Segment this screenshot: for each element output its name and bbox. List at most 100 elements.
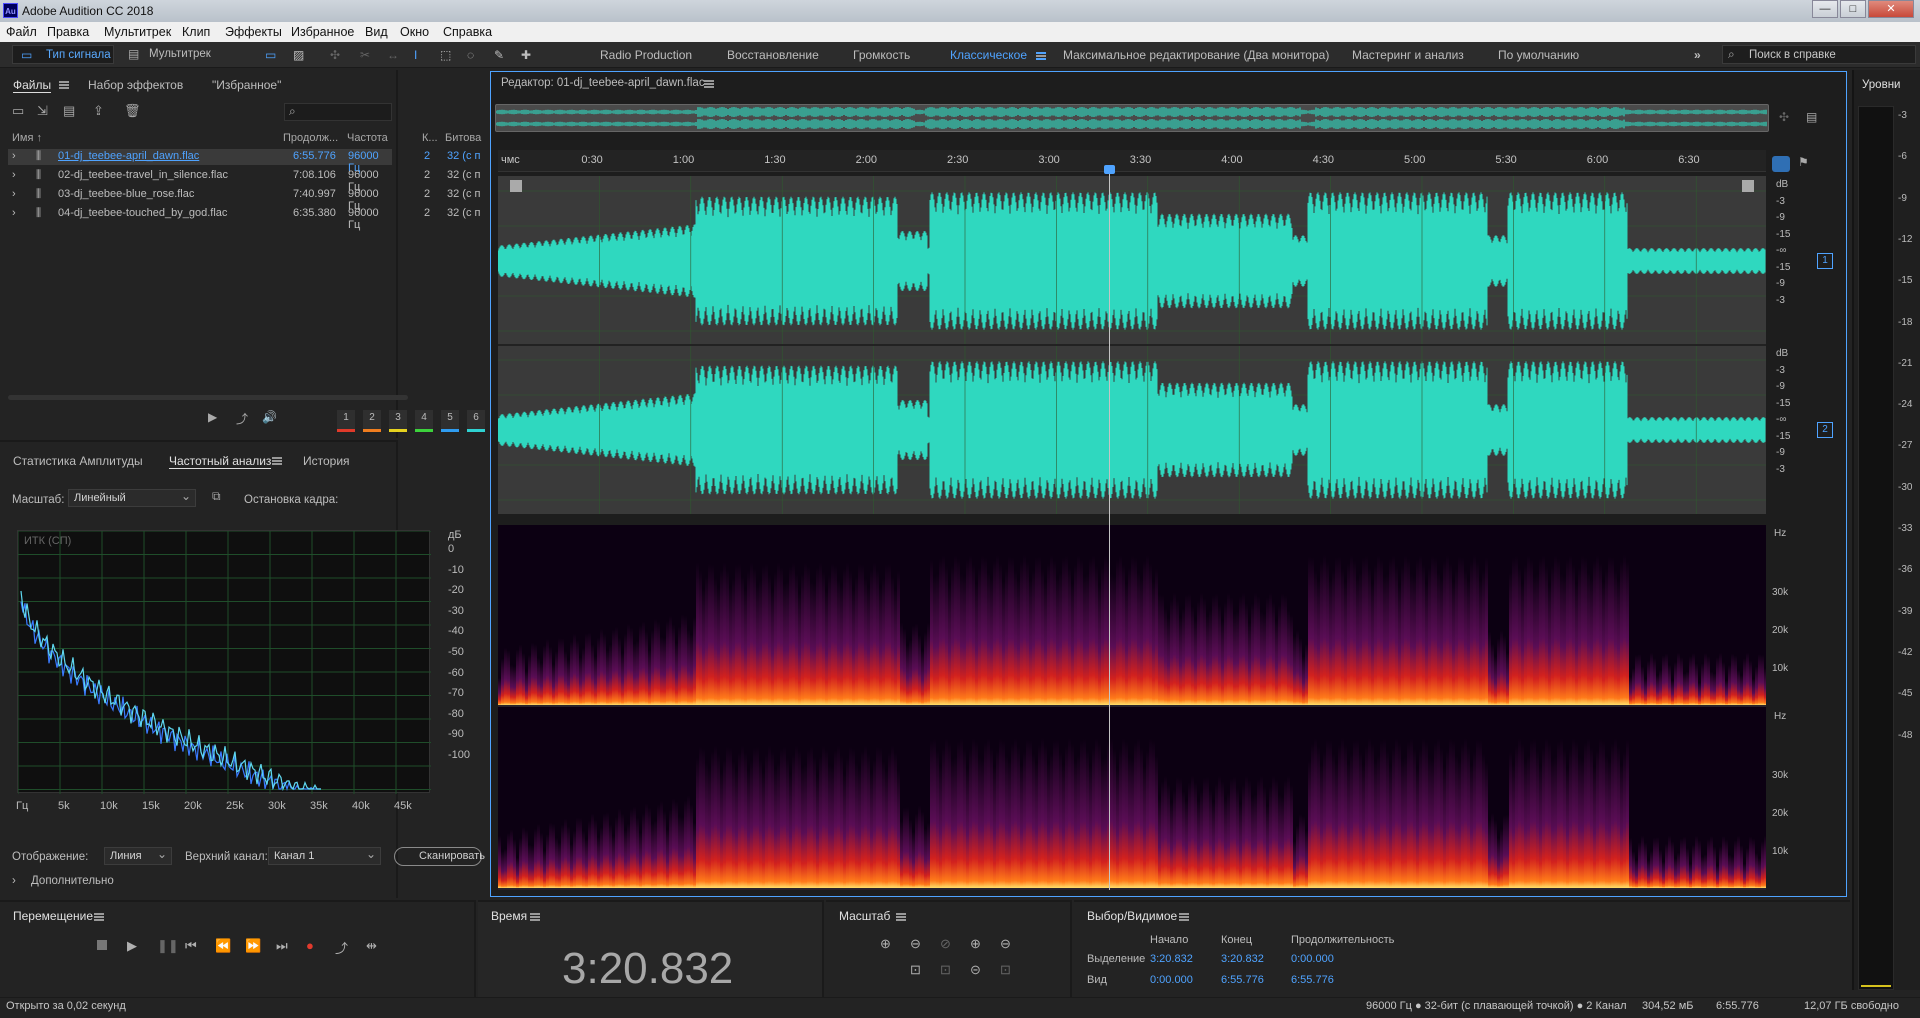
zoom-fit-icon[interactable]: ✣ xyxy=(1779,110,1789,124)
fade-out-handle-icon[interactable] xyxy=(1742,180,1754,192)
files-search-input[interactable]: ⌕ xyxy=(284,103,392,121)
loop-button[interactable]: ⤴ xyxy=(335,938,348,957)
preview-loop-icon[interactable]: ⤴ xyxy=(236,410,248,427)
selection-menu-icon[interactable] xyxy=(1173,909,1189,923)
menu-favorites[interactable]: Избранное xyxy=(291,25,354,39)
col-rate[interactable]: Частота xyxy=(347,132,388,144)
freeze-slot-3[interactable]: 3 xyxy=(389,410,407,432)
spectral-display[interactable] xyxy=(498,525,1767,890)
workspace-max-editing[interactable]: Максимальное редактирование (Два монитор… xyxy=(1063,48,1329,62)
col-bits[interactable]: Битова xyxy=(445,132,481,144)
zoom-out-time-icon[interactable]: ⊖ xyxy=(1000,936,1011,952)
view-start-field[interactable]: 0:00.000 xyxy=(1150,974,1193,986)
insert-file-icon[interactable]: ⇪ xyxy=(93,103,104,119)
menu-effects[interactable]: Эффекты xyxy=(225,25,282,39)
display-dropdown[interactable]: Линия xyxy=(104,846,172,865)
workspace-restoration[interactable]: Восстановление xyxy=(727,48,819,62)
view-duration-field[interactable]: 6:55.776 xyxy=(1291,974,1334,986)
tab-amplitude-stats[interactable]: Статистика Амплитуды xyxy=(13,454,143,468)
rewind-button[interactable]: ⏪ xyxy=(215,938,231,954)
workspace-classic[interactable]: Классическое xyxy=(950,48,1027,62)
marker-icon[interactable]: ⚑ xyxy=(1798,155,1809,169)
spot-healing-tool-icon[interactable]: ✚ xyxy=(521,48,531,62)
files-scrollbar[interactable] xyxy=(8,395,408,400)
tab-frequency-analysis[interactable]: Частотный анализ xyxy=(169,454,272,469)
expand-icon[interactable]: › xyxy=(12,150,16,162)
col-channels[interactable]: К... xyxy=(422,132,438,144)
tab-history[interactable]: История xyxy=(303,454,350,468)
play-button[interactable]: ▶ xyxy=(127,938,137,954)
to-start-button[interactable]: ⏮ xyxy=(185,938,197,954)
time-menu-icon[interactable] xyxy=(524,909,540,923)
col-name[interactable]: Имя ↑ xyxy=(12,132,42,144)
show-spectral-icon[interactable]: ▨ xyxy=(293,48,304,62)
pause-button[interactable]: ❚❚ xyxy=(157,938,179,954)
freeze-slot-5[interactable]: 5 xyxy=(441,410,459,432)
expand-icon[interactable]: › xyxy=(12,207,16,219)
zoom-in-point-icon[interactable]: ⊡ xyxy=(940,962,951,978)
editor-menu-icon[interactable] xyxy=(698,76,714,90)
col-duration[interactable]: Продолж... xyxy=(283,132,338,144)
record-button[interactable]: ● xyxy=(306,938,314,953)
time-display[interactable]: 3:20.832 xyxy=(562,944,733,994)
zoom-in-time-icon[interactable]: ⊕ xyxy=(970,936,981,952)
file-row[interactable]: › ⫼ 01-dj_teebee-april_dawn.flac 6:55.77… xyxy=(8,149,480,174)
freeze-slot-6[interactable]: 6 xyxy=(467,410,485,432)
import-file-icon[interactable]: ⇲ xyxy=(37,103,48,119)
time-ruler[interactable]: чмс 0:30 1:00 1:30 2:00 2:30 3:00 3:30 4:00 4:30 5… xyxy=(498,150,1766,172)
menu-window[interactable]: Окно xyxy=(400,25,429,39)
lasso-tool-icon[interactable]: ◌ xyxy=(467,48,474,62)
waveform-display[interactable] xyxy=(497,176,1766,514)
playhead[interactable] xyxy=(1109,172,1110,890)
freeze-slot-4[interactable]: 4 xyxy=(415,410,433,432)
minimize-button[interactable]: — xyxy=(1812,0,1838,18)
analysis-menu-icon[interactable] xyxy=(266,453,282,467)
workspace-radio-production[interactable]: Radio Production xyxy=(600,48,692,62)
fade-in-handle-icon[interactable] xyxy=(510,180,522,192)
tab-effects-rack[interactable]: Набор эффектов xyxy=(88,78,183,92)
freeze-slot-2[interactable]: 2 xyxy=(363,410,381,432)
open-file-icon[interactable]: ▭ xyxy=(12,103,24,119)
file-row[interactable]: › ⫼ 02-dj_teebee-travel_in_silence.flac … xyxy=(8,168,480,193)
menu-multitrack[interactable]: Мультитрек xyxy=(104,25,171,39)
freeze-slot-1[interactable]: 1 xyxy=(337,410,355,432)
skip-selection-button[interactable]: ⇹ xyxy=(366,938,377,954)
brush-tool-icon[interactable]: ✎ xyxy=(494,48,504,62)
selection-end-field[interactable]: 3:20.832 xyxy=(1221,953,1264,965)
menu-edit[interactable]: Правка xyxy=(47,25,89,39)
scale-dropdown[interactable]: Линейный xyxy=(68,488,196,507)
show-waveform-icon[interactable]: ▭ xyxy=(265,48,276,62)
expand-icon[interactable]: › xyxy=(12,169,16,181)
workspace-overflow-icon[interactable]: » xyxy=(1694,48,1701,62)
selection-duration-field[interactable]: 0:00.000 xyxy=(1291,953,1334,965)
upper-channel-dropdown[interactable]: Канал 1 xyxy=(268,846,381,865)
zoom-reset-icon[interactable]: ⊘ xyxy=(940,936,951,952)
workspace-loudness[interactable]: Громкость xyxy=(853,48,910,62)
razor-tool-icon[interactable]: ✂ xyxy=(360,48,370,62)
menu-clip[interactable]: Клип xyxy=(182,25,210,39)
tab-favorites[interactable]: "Избранное" xyxy=(212,78,281,92)
snap-icon[interactable] xyxy=(1772,156,1790,172)
zoom-out-full-icon[interactable]: ⊝ xyxy=(970,962,981,978)
playhead-handle[interactable] xyxy=(1104,165,1115,174)
workspace-menu-icon[interactable] xyxy=(1030,48,1046,62)
slip-tool-icon[interactable]: ↔ xyxy=(387,48,399,62)
advanced-toggle[interactable]: Дополнительно xyxy=(31,875,114,887)
channel-1-badge[interactable]: 1 xyxy=(1817,253,1833,269)
channel-2-badge[interactable]: 2 xyxy=(1817,422,1833,438)
fast-forward-button[interactable]: ⏩ xyxy=(245,938,261,954)
transport-menu-icon[interactable] xyxy=(88,909,104,923)
files-menu-icon[interactable] xyxy=(53,77,69,91)
zoom-out-amplitude-icon[interactable]: ⊖ xyxy=(910,936,921,952)
marquee-tool-icon[interactable]: ⬚ xyxy=(440,48,451,62)
scan-button[interactable]: Сканировать xyxy=(394,847,485,866)
file-row[interactable]: › ⫼ 03-dj_teebee-blue_rose.flac 7:40.997… xyxy=(8,187,480,212)
help-search-input[interactable]: ⌕ Поиск в справке xyxy=(1722,45,1916,64)
zoom-in-amplitude-icon[interactable]: ⊕ xyxy=(880,936,891,952)
file-row[interactable]: › ⫼ 04-dj_teebee-touched_by_god.flac 6:3… xyxy=(8,206,480,231)
zoom-menu-icon[interactable] xyxy=(890,909,906,923)
zoom-out-point-icon[interactable]: ⊡ xyxy=(1000,962,1011,978)
expand-icon[interactable]: › xyxy=(12,188,16,200)
close-button[interactable]: ✕ xyxy=(1868,0,1914,18)
waveform-view-button[interactable]: ▭ Тип сигнала xyxy=(12,45,114,64)
